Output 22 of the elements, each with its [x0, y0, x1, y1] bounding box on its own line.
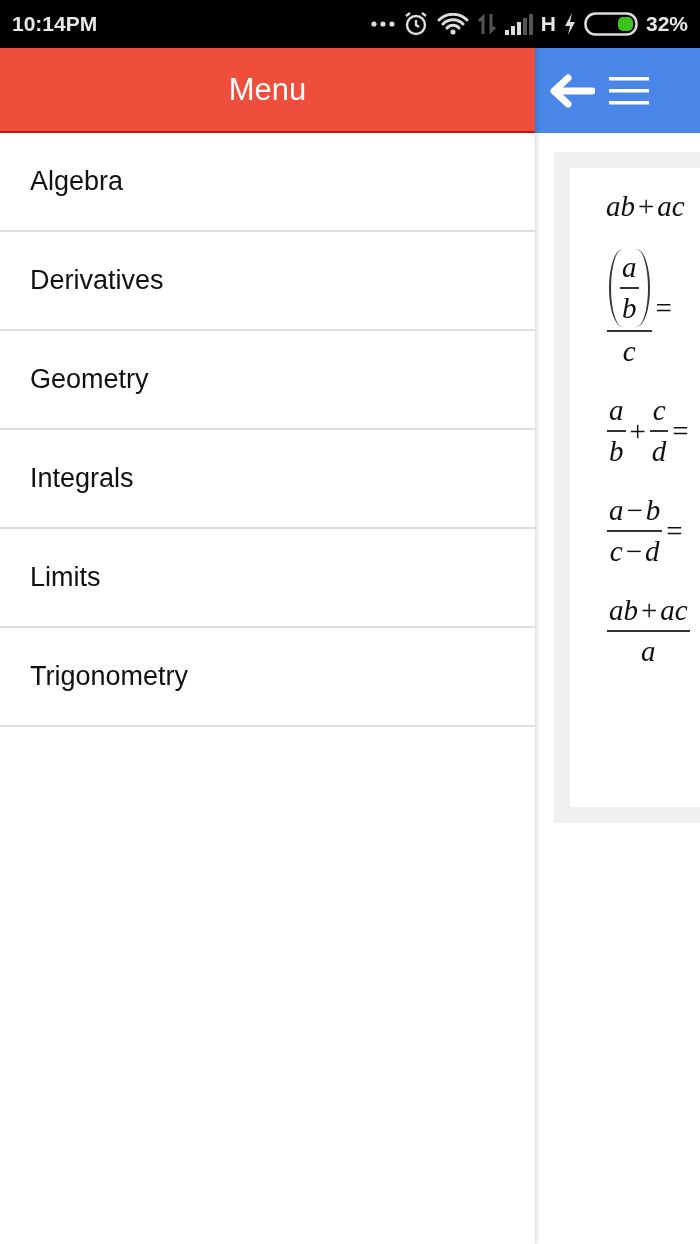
drawer-title: Menu [228, 71, 307, 108]
network-type: H [540, 12, 556, 36]
formula: ab+ac a [606, 594, 691, 668]
status-time: 10:14PM [12, 12, 98, 36]
formula: a b c = [606, 249, 675, 368]
wifi-icon [436, 13, 469, 35]
formula: a−b c−d = [606, 494, 684, 568]
menu-item[interactable]: Derivatives [0, 232, 535, 331]
charging-icon [563, 13, 576, 35]
menu-icon[interactable] [609, 75, 649, 106]
back-arrow-icon[interactable] [549, 73, 595, 108]
menu-item[interactable]: Trigonometry [0, 628, 535, 727]
signal-icon [504, 13, 533, 35]
more-icon [370, 21, 395, 27]
formula: ab+ac [606, 190, 685, 223]
battery-percent: 32% [645, 12, 688, 36]
data-arrows-icon [476, 13, 497, 35]
battery-icon [583, 12, 638, 36]
menu-item[interactable]: Limits [0, 529, 535, 628]
menu-item[interactable]: Algebra [0, 133, 535, 232]
menu-item[interactable]: Geometry [0, 331, 535, 430]
menu-item[interactable]: Integrals [0, 430, 535, 529]
